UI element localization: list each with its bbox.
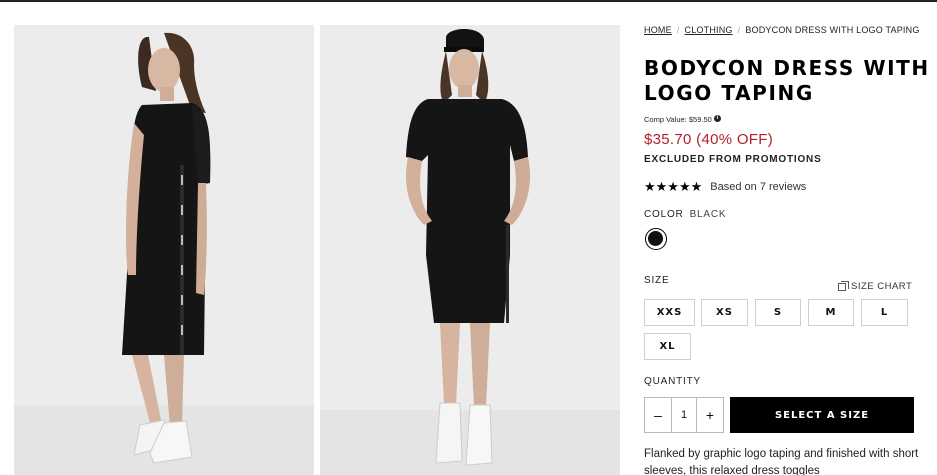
promotion-note: EXCLUDED FROM PROMOTIONS bbox=[644, 154, 822, 165]
breadcrumb-current: BODYCON DRESS WITH LOGO TAPING bbox=[745, 25, 920, 35]
size-button-xs[interactable]: XS bbox=[701, 299, 748, 326]
color-label: COLOR BLACK bbox=[644, 209, 726, 220]
info-icon[interactable]: i bbox=[713, 115, 721, 122]
star-rating-icon: ★★★★★ bbox=[644, 179, 703, 194]
breadcrumb-home-link[interactable]: HOME bbox=[644, 25, 672, 35]
rating-row: ★★★★★ Based on 7 reviews bbox=[644, 179, 806, 195]
product-image-side[interactable] bbox=[14, 25, 314, 475]
size-chart-link[interactable]: SIZE CHART bbox=[838, 280, 913, 292]
comp-value-text: Comp Value: $59.50 bbox=[644, 115, 712, 124]
product-description: Flanked by graphic logo taping and finis… bbox=[644, 448, 919, 475]
model-side-view-image bbox=[14, 32, 314, 475]
size-chart-text: SIZE CHART bbox=[851, 281, 913, 292]
comp-value: Comp Value: $59.50 i bbox=[644, 115, 721, 124]
quantity-input[interactable]: 1 bbox=[671, 398, 697, 432]
quantity-decrease-button[interactable]: – bbox=[645, 398, 671, 432]
breadcrumb-separator: / bbox=[737, 25, 741, 35]
sale-price: $35.70 (40% OFF) bbox=[644, 131, 774, 148]
product-image-front[interactable] bbox=[320, 25, 620, 475]
breadcrumb-separator: / bbox=[676, 25, 680, 35]
reviews-link[interactable]: Based on 7 reviews bbox=[710, 181, 806, 193]
color-swatch-black[interactable] bbox=[645, 228, 667, 250]
select-size-button[interactable]: SELECT A SIZE bbox=[730, 397, 914, 433]
size-button-s[interactable]: S bbox=[755, 299, 801, 326]
size-label: SIZE bbox=[644, 275, 670, 286]
breadcrumb-clothing-link[interactable]: CLOTHING bbox=[685, 25, 733, 35]
product-title: BODYCON DRESS WITH LOGO TAPING bbox=[644, 56, 930, 105]
size-button-xl[interactable]: XL bbox=[644, 333, 691, 360]
color-label-text: COLOR bbox=[644, 209, 684, 220]
top-divider bbox=[0, 0, 937, 2]
swatch-fill bbox=[648, 231, 663, 246]
color-value: BLACK bbox=[689, 209, 727, 220]
size-button-xxs[interactable]: XXS bbox=[644, 299, 695, 326]
size-button-l[interactable]: L bbox=[861, 299, 908, 326]
quantity-increase-button[interactable]: + bbox=[697, 398, 723, 432]
external-link-icon bbox=[838, 280, 849, 291]
size-button-m[interactable]: M bbox=[808, 299, 854, 326]
breadcrumb: HOME / CLOTHING / BODYCON DRESS WITH LOGO TA… bbox=[644, 25, 920, 35]
quantity-label: QUANTITY bbox=[644, 376, 701, 387]
model-front-view-image bbox=[320, 29, 620, 475]
quantity-stepper: – 1 + bbox=[644, 397, 724, 433]
